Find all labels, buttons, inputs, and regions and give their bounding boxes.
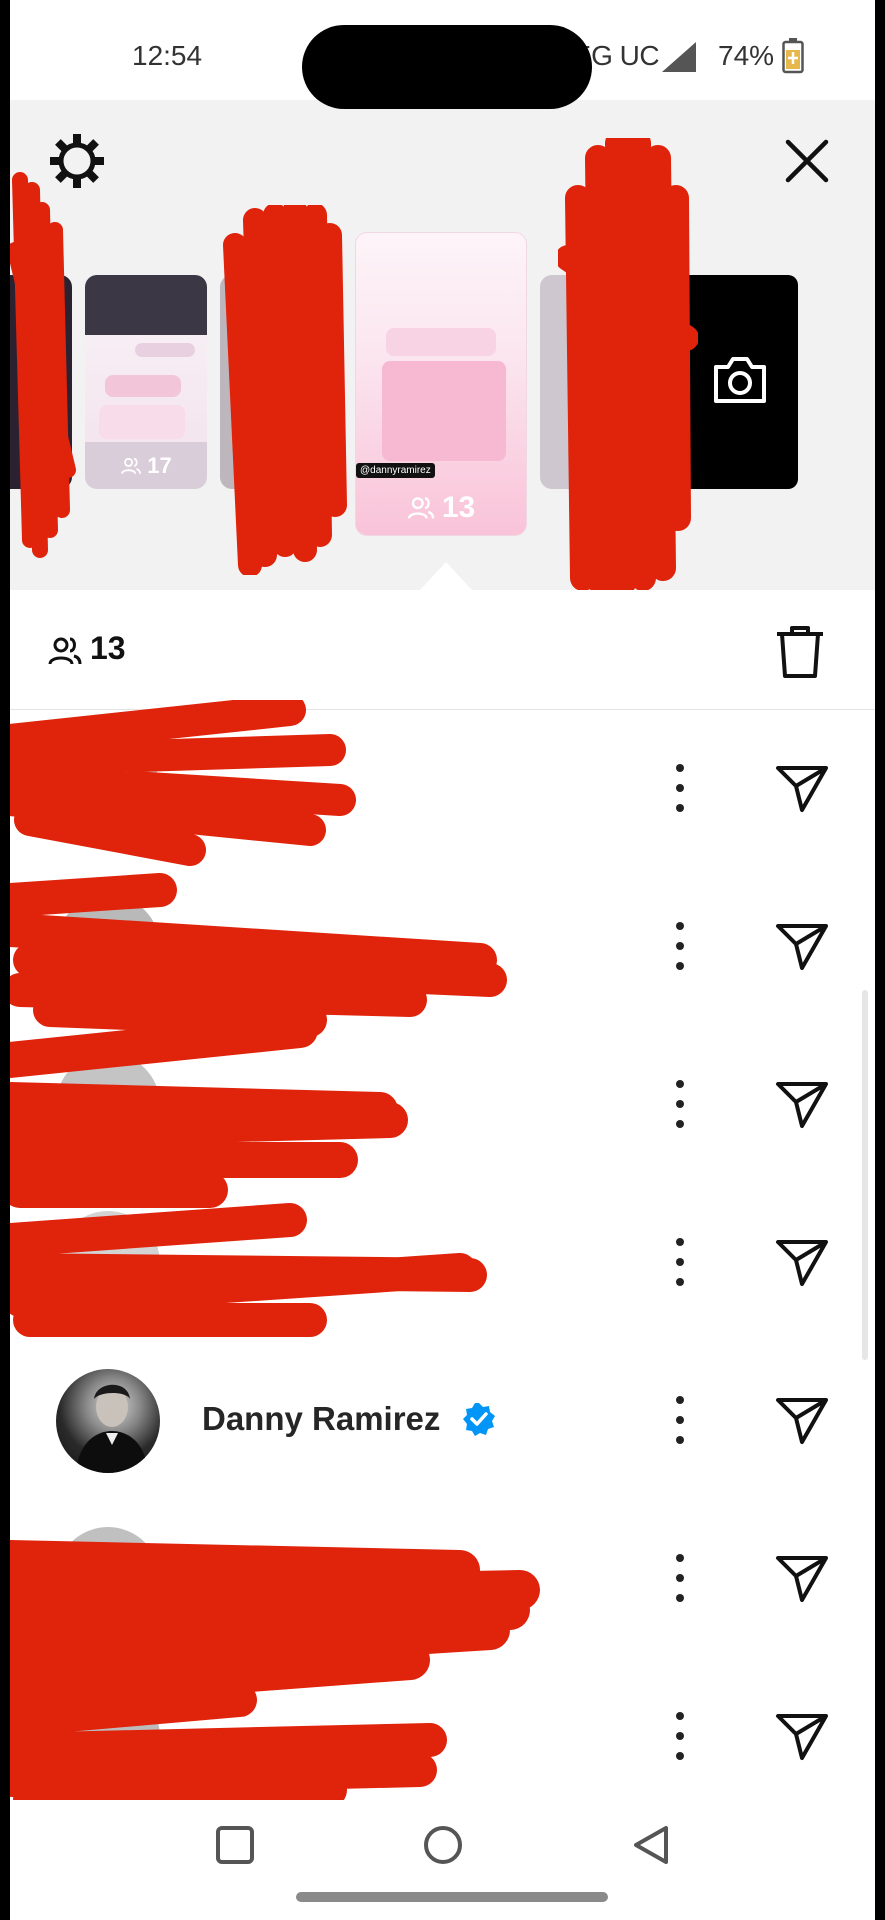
send-icon[interactable] bbox=[774, 920, 830, 972]
story-2-text bbox=[91, 287, 201, 296]
story-2-viewer-count: 17 bbox=[85, 453, 207, 479]
more-options-icon[interactable] bbox=[672, 1394, 688, 1446]
verified-badge-icon bbox=[463, 1403, 495, 1436]
selected-story-pointer bbox=[420, 562, 472, 590]
viewer-row-danny-ramirez[interactable]: Danny Ramirez bbox=[10, 1342, 875, 1500]
add-story-camera-button[interactable] bbox=[680, 275, 798, 489]
viewers-header: 13 bbox=[10, 590, 875, 710]
viewer-row[interactable] bbox=[10, 1184, 875, 1342]
home-button-icon[interactable] bbox=[418, 1820, 468, 1870]
story-tray: 2 17 @dannyramirez 13 bbox=[10, 100, 875, 598]
story-4-bubble bbox=[386, 328, 496, 356]
status-time: 12:54 bbox=[132, 40, 203, 71]
story-2-bubble bbox=[99, 405, 185, 439]
story-thumbnail-4-selected[interactable]: @dannyramirez 13 bbox=[355, 232, 527, 536]
viewer-name[interactable]: Danny Ramirez bbox=[202, 1400, 440, 1438]
camera-cutout bbox=[302, 25, 592, 109]
viewer-row[interactable] bbox=[10, 1026, 875, 1184]
camera-icon bbox=[714, 357, 766, 403]
story-4-viewer-count: 13 bbox=[356, 491, 526, 525]
status-bar: 12:54 5G UC 74% bbox=[10, 0, 875, 109]
avatar bbox=[56, 737, 160, 841]
viewer-row[interactable] bbox=[10, 1658, 875, 1816]
story-2-bubble bbox=[135, 343, 195, 357]
send-icon[interactable] bbox=[774, 1394, 830, 1446]
send-icon[interactable] bbox=[774, 762, 830, 814]
mention-tag[interactable]: @dannyramirez bbox=[356, 463, 435, 478]
avatar[interactable] bbox=[56, 1369, 160, 1473]
trash-icon[interactable] bbox=[774, 624, 826, 680]
avatar bbox=[56, 1685, 160, 1789]
viewers-icon bbox=[121, 457, 142, 475]
send-icon[interactable] bbox=[774, 1710, 830, 1762]
online-status-dot bbox=[140, 1295, 164, 1319]
avatar bbox=[56, 895, 160, 999]
avatar bbox=[56, 1053, 160, 1157]
recents-button-icon[interactable] bbox=[210, 1820, 260, 1870]
gesture-bar[interactable] bbox=[296, 1892, 608, 1902]
scrollbar[interactable] bbox=[862, 990, 868, 1360]
viewer-row[interactable] bbox=[10, 710, 875, 868]
more-options-icon[interactable] bbox=[672, 1710, 688, 1762]
story-1-viewer-count: 2 bbox=[24, 445, 38, 470]
story-thumbnail-3[interactable] bbox=[220, 275, 340, 489]
signal-icon bbox=[662, 42, 696, 72]
story-4-bubble bbox=[382, 361, 506, 461]
story-thumbnail-2[interactable]: 17 bbox=[85, 275, 207, 489]
instagram-story-viewers-screen: 12:54 5G UC 74% 2 17 @dannyramirez 13 13… bbox=[10, 0, 875, 1920]
more-options-icon[interactable] bbox=[672, 1236, 688, 1288]
send-icon[interactable] bbox=[774, 1078, 830, 1130]
back-button-icon[interactable] bbox=[626, 1820, 676, 1870]
avatar bbox=[56, 1527, 160, 1631]
system-navigation-bar bbox=[10, 1800, 875, 1920]
viewers-icon bbox=[407, 497, 435, 519]
story-2-bubble bbox=[105, 375, 181, 397]
profile-photo bbox=[76, 1384, 148, 1473]
more-options-icon[interactable] bbox=[672, 1078, 688, 1130]
battery-percent: 74% bbox=[718, 40, 775, 71]
viewers-count: 13 bbox=[90, 630, 126, 666]
battery-icon bbox=[782, 38, 804, 74]
close-icon[interactable] bbox=[782, 136, 832, 186]
settings-gear-icon[interactable] bbox=[48, 132, 106, 190]
more-options-icon[interactable] bbox=[672, 1552, 688, 1604]
viewers-icon bbox=[48, 637, 82, 665]
more-options-icon[interactable] bbox=[672, 762, 688, 814]
send-icon[interactable] bbox=[774, 1236, 830, 1288]
viewer-row[interactable] bbox=[10, 868, 875, 1026]
viewer-row[interactable] bbox=[10, 1500, 875, 1658]
story-thumbnail-1[interactable]: 2 bbox=[10, 275, 72, 489]
send-icon[interactable] bbox=[774, 1552, 830, 1604]
story-thumbnail-5[interactable] bbox=[540, 275, 660, 489]
more-options-icon[interactable] bbox=[672, 920, 688, 972]
